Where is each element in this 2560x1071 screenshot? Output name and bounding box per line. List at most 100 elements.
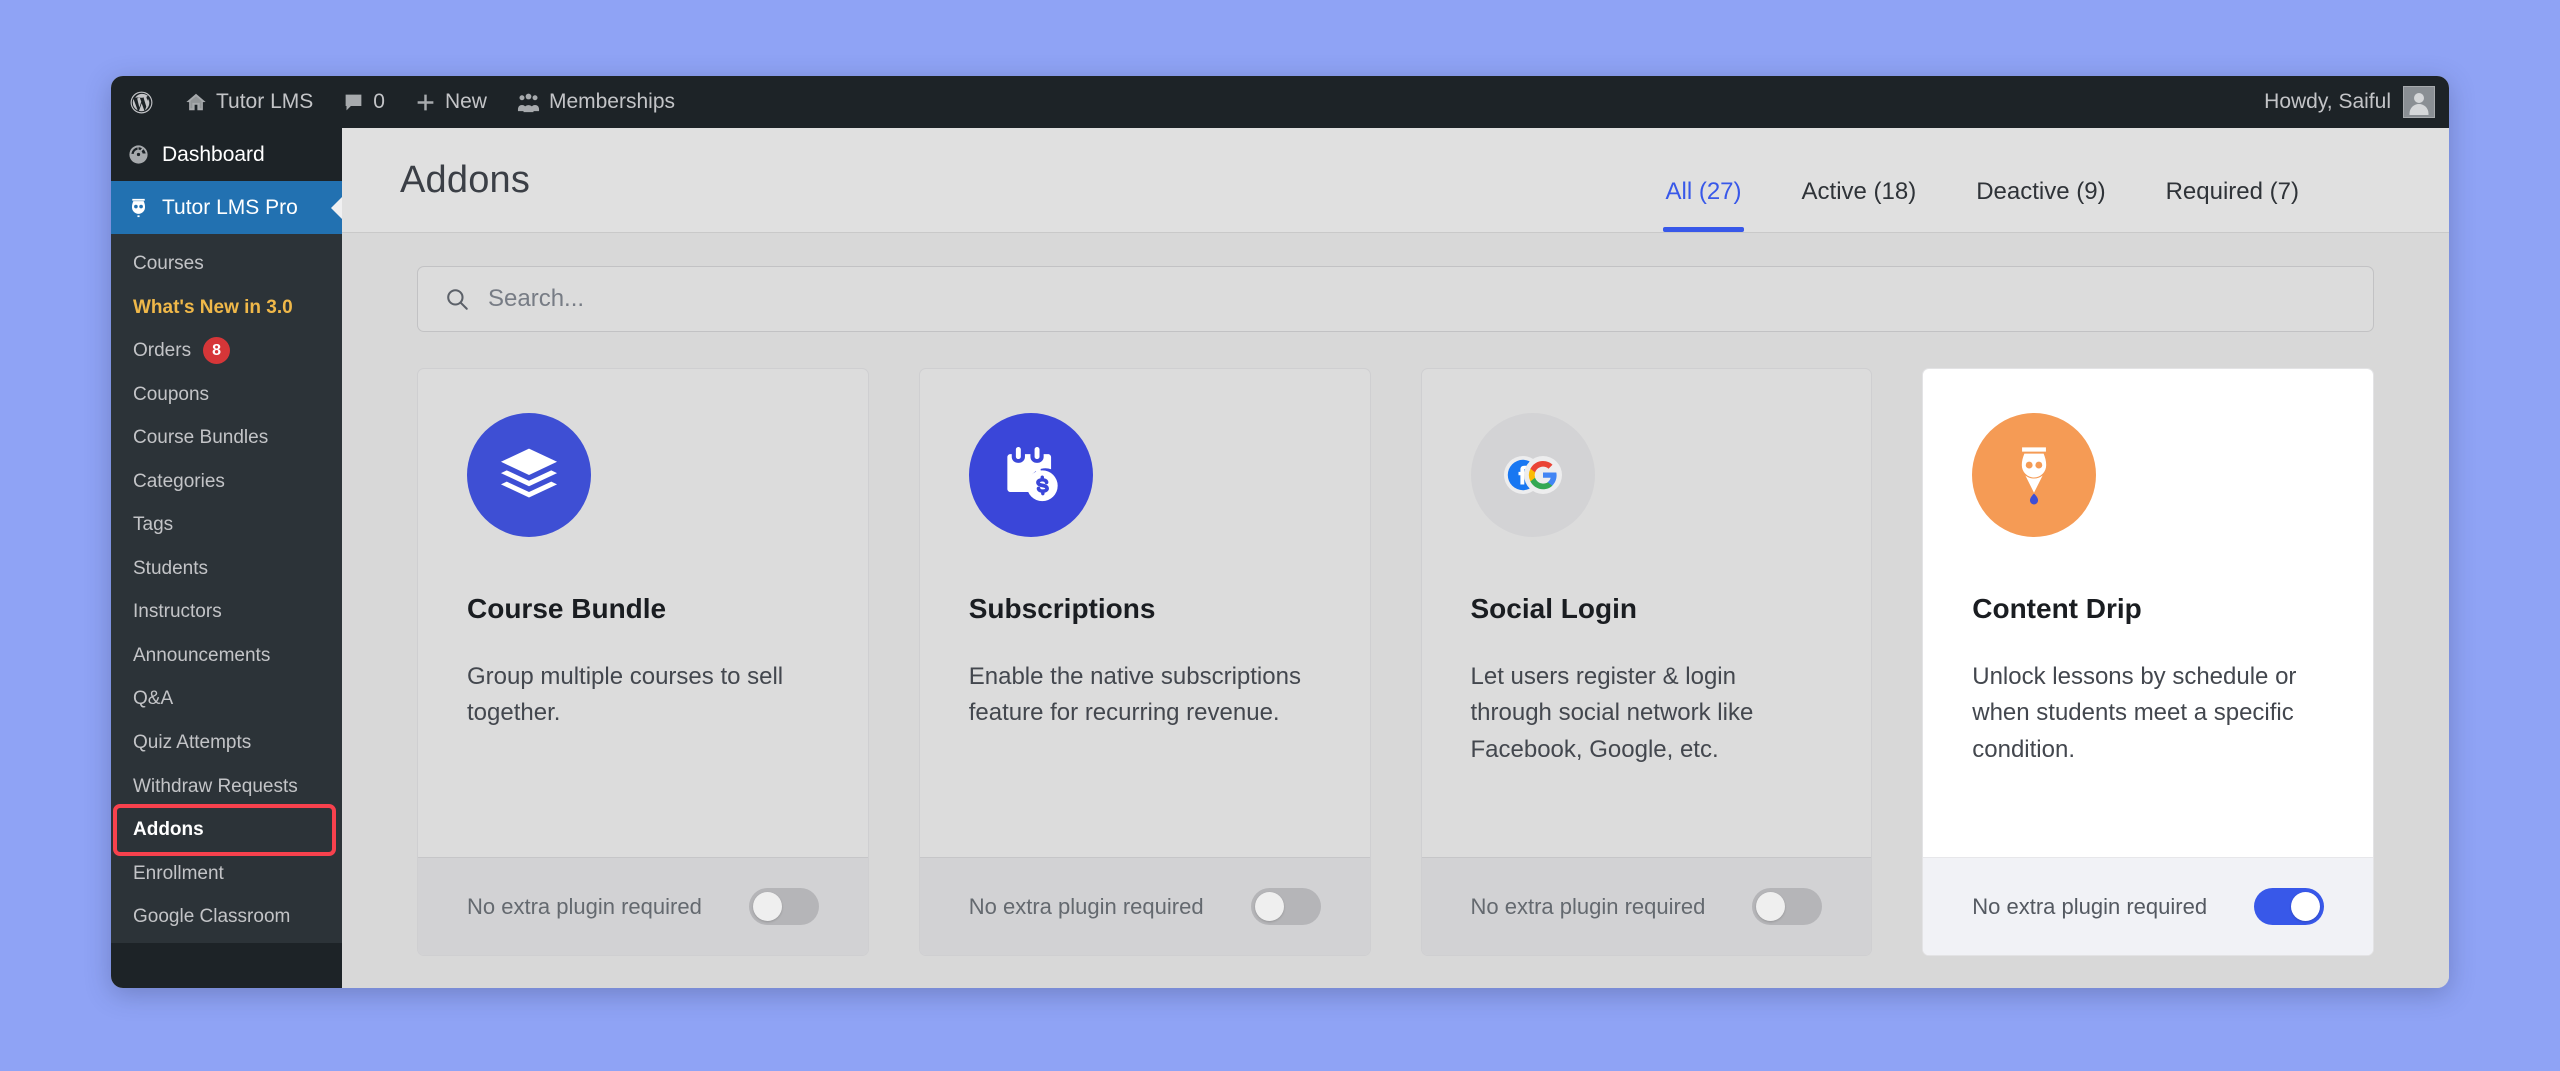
page-title: Addons [400,158,531,201]
sidebar-withdraw-requests-label: Withdraw Requests [133,775,298,797]
wordpress-logo-button[interactable] [111,76,170,128]
addon-title: Subscriptions [968,593,1156,624]
dashboard-gauge-icon [127,143,150,166]
sidebar-submenu: Courses What's New in 3.0 Orders 8 Coupo… [111,234,342,943]
toggle-knob [752,892,782,921]
addon-description: Group multiple courses to sell together. [467,663,784,727]
facebook-google-icon [1470,413,1595,537]
tab-all[interactable]: All (27) [1635,178,1771,232]
addon-description: Unlock lessons by schedule or when stude… [1972,663,2297,763]
addon-requirement-label: No extra plugin required [467,893,702,919]
layers-icon [467,413,591,537]
home-icon [185,91,207,113]
sidebar-item-addons[interactable]: Addons [111,808,342,852]
sidebar-item-tags[interactable]: Tags [111,503,342,547]
sidebar-item-courses[interactable]: Courses [111,242,342,286]
sidebar-google-classroom-label: Google Classroom [133,906,291,928]
addon-title: Content Drip [1972,593,2142,624]
sidebar-announcements-label: Announcements [133,644,271,666]
addon-toggle-content-drip[interactable] [2254,888,2324,925]
search-section [342,233,2449,332]
sidebar-dashboard-label: Dashboard [162,142,265,166]
sidebar-item-coupons[interactable]: Coupons [111,373,342,417]
sidebar-whats-new-label: What's New in 3.0 [133,296,293,318]
sidebar-courses-label: Courses [133,253,204,274]
addon-description: Let users register & login through socia… [1470,663,1754,763]
sidebar-item-enrollment[interactable]: Enrollment [111,852,342,896]
sidebar-quiz-attempts-label: Quiz Attempts [133,732,252,754]
sidebar-item-orders[interactable]: Orders 8 [111,329,342,373]
sidebar-item-tutor-lms-pro[interactable]: Tutor LMS Pro [111,181,342,234]
search-icon [444,286,470,312]
sidebar-item-google-classroom[interactable]: Google Classroom [111,895,342,939]
toggle-knob [1254,892,1284,921]
addon-requirement-label: No extra plugin required [1470,893,1706,919]
sidebar-item-announcements[interactable]: Announcements [111,634,342,678]
search-box[interactable] [417,266,2374,332]
addon-card-footer: No extra plugin required [919,857,1370,955]
users-icon [517,91,540,114]
sidebar-orders-label: Orders [133,340,192,362]
admin-bar-item-new[interactable]: New [400,76,502,128]
admin-bar-item-comments[interactable]: 0 [328,76,400,128]
addon-card-subscriptions[interactable]: Subscriptions Enable the native subscrip… [918,368,1371,956]
admin-bar-item-site[interactable]: Tutor LMS [170,76,328,128]
addon-card-body: Content Drip Unlock lessons by schedule … [1923,369,2373,857]
howdy-label: Howdy, Saiful [2264,90,2391,113]
sidebar-students-label: Students [133,557,208,579]
addon-toggle-subscriptions[interactable] [1250,888,1321,925]
addon-card-body: Course Bundle Group multiple courses to … [418,369,868,857]
sidebar-item-quiz-attempts[interactable]: Quiz Attempts [111,721,342,765]
addon-card-content-drip[interactable]: Content Drip Unlock lessons by schedule … [1922,368,2374,956]
tab-deactive-label: Deactive (9) [1976,178,2106,205]
content-drip-icon [1972,413,2097,537]
admin-sidebar: Dashboard Tutor LMS Pro Courses What's N… [111,128,342,988]
sidebar-item-categories[interactable]: Categories [111,460,342,504]
sidebar-item-course-bundles[interactable]: Course Bundles [111,416,342,460]
tab-active-label: Active (18) [1801,178,1917,205]
tab-deactive[interactable]: Deactive (9) [1946,178,2135,232]
admin-window: Tutor LMS 0 New Memberships Howdy, Saifu… [111,76,2449,988]
addon-requirement-label: No extra plugin required [968,893,1204,919]
sidebar-course-bundles-label: Course Bundles [133,427,269,449]
sidebar-item-withdraw-requests[interactable]: Withdraw Requests [111,765,342,809]
admin-bar-item-memberships[interactable]: Memberships [502,76,690,128]
admin-bar-site-label: Tutor LMS [216,90,314,113]
admin-bar-memberships-label: Memberships [548,90,675,113]
addon-card-course-bundle[interactable]: Course Bundle Group multiple courses to … [417,368,869,956]
sidebar-item-dashboard[interactable]: Dashboard [111,128,342,181]
sidebar-coupons-label: Coupons [133,383,210,405]
main-content: Addons All (27) Active (18) Deactive (9)… [342,128,2449,988]
sidebar-addons-label: Addons [133,819,204,841]
comment-count: 0 [373,90,385,113]
sidebar-item-students[interactable]: Students [111,547,342,591]
sidebar-item-qa[interactable]: Q&A [111,677,342,721]
addon-title: Course Bundle [467,593,667,624]
sidebar-instructors-label: Instructors [133,601,222,623]
wp-admin-bar: Tutor LMS 0 New Memberships Howdy, Saifu… [111,76,2449,128]
page-header: Addons All (27) Active (18) Deactive (9)… [342,128,2449,233]
addon-card-body: Subscriptions Enable the native subscrip… [920,369,1370,857]
sidebar-tags-label: Tags [133,514,174,536]
tab-required[interactable]: Required (7) [2136,178,2329,232]
sidebar-enrollment-label: Enrollment [133,862,224,884]
orders-count-badge: 8 [203,337,231,365]
admin-bar-new-label: New [444,90,487,113]
addon-requirement-label: No extra plugin required [1972,893,2208,919]
addon-card-body: Social Login Let users register & login … [1422,369,1872,857]
toggle-knob [1756,892,1786,921]
addon-description: Enable the native subscriptions feature … [968,663,1301,727]
addon-toggle-social-login[interactable] [1752,888,1823,925]
tab-active[interactable]: Active (18) [1772,178,1947,232]
tab-required-label: Required (7) [2165,178,2299,205]
calendar-dollar-icon [968,413,1093,537]
admin-bar-account[interactable]: Howdy, Saiful [2264,86,2449,118]
sidebar-item-whats-new[interactable]: What's New in 3.0 [111,286,342,330]
search-input[interactable] [488,285,2347,313]
sidebar-categories-label: Categories [133,470,225,492]
addon-toggle-course-bundle[interactable] [748,888,819,925]
addons-filter-tabs: All (27) Active (18) Deactive (9) Requir… [1635,128,2449,232]
addon-card-social-login[interactable]: Social Login Let users register & login … [1420,368,1873,956]
addon-card-footer: No extra plugin required [1421,857,1872,955]
sidebar-item-instructors[interactable]: Instructors [111,590,342,634]
